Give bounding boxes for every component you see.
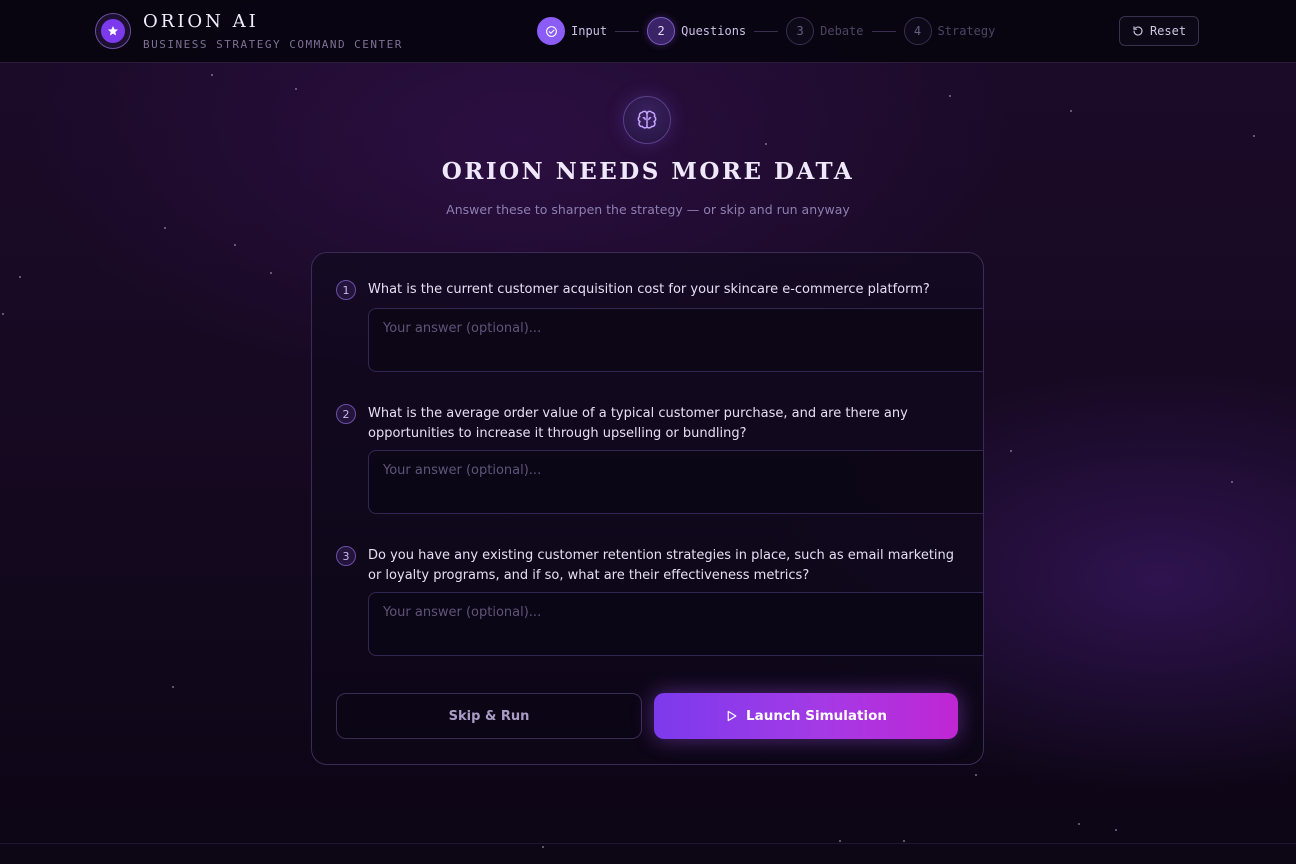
step-number-3: 3 — [786, 17, 815, 45]
step-connector — [754, 30, 779, 32]
page-title: ORION NEEDS MORE DATA — [441, 158, 855, 185]
question-text: Do you have any existing customer retent… — [368, 548, 955, 583]
questions-card: 1 What is the current customer acquisiti… — [311, 252, 984, 765]
question-number: 3 — [336, 546, 356, 566]
star-icon — [108, 26, 118, 36]
app-header: ORION AI BUSINESS STRATEGY COMMAND CENTE… — [0, 0, 1296, 63]
brain-icon — [637, 110, 657, 129]
step-connector — [615, 30, 640, 32]
skip-label: Skip & Run — [448, 708, 530, 724]
step-strategy[interactable]: 4 Strategy — [903, 17, 996, 45]
step-label-input: Input — [571, 24, 608, 38]
page-subtitle: Answer these to sharpen the strategy — o… — [446, 202, 850, 217]
hero-badge — [623, 96, 671, 144]
answer-input-2[interactable] — [368, 450, 983, 514]
footer-divider — [0, 843, 1296, 844]
play-icon — [727, 710, 737, 722]
question-text: What is the current customer acquisition… — [368, 282, 930, 297]
question-text: What is the average order value of a typ… — [368, 406, 908, 441]
step-questions[interactable]: 2 Questions — [647, 17, 746, 45]
step-label-debate: Debate — [820, 24, 864, 38]
reset-label: Reset — [1149, 24, 1187, 38]
refresh-icon — [1133, 26, 1143, 36]
step-label-strategy: Strategy — [937, 24, 996, 38]
launch-simulation-button[interactable]: Launch Simulation — [654, 693, 958, 739]
step-progress: Input 2 Questions 3 Debate 4 Strategy — [537, 17, 995, 45]
step-connector — [871, 30, 896, 32]
answer-input-3[interactable] — [368, 592, 983, 656]
step-number-4: 4 — [903, 17, 932, 45]
step-label-questions: Questions — [681, 24, 747, 38]
answer-input-1[interactable] — [368, 308, 983, 372]
step-number-2: 2 — [647, 17, 676, 45]
skip-and-run-button[interactable]: Skip & Run — [336, 693, 642, 739]
question-number: 2 — [336, 404, 356, 424]
check-icon — [545, 25, 557, 37]
step-input[interactable]: Input — [537, 17, 607, 45]
launch-label: Launch Simulation — [746, 708, 887, 724]
step-debate[interactable]: 3 Debate — [786, 17, 864, 45]
brand-subtitle: BUSINESS STRATEGY COMMAND CENTER — [143, 38, 403, 51]
question-number: 1 — [336, 280, 356, 300]
step-number-1 — [537, 17, 565, 45]
reset-button[interactable]: Reset — [1119, 16, 1199, 46]
logo — [95, 13, 131, 49]
brand-title: ORION AI — [143, 11, 259, 32]
